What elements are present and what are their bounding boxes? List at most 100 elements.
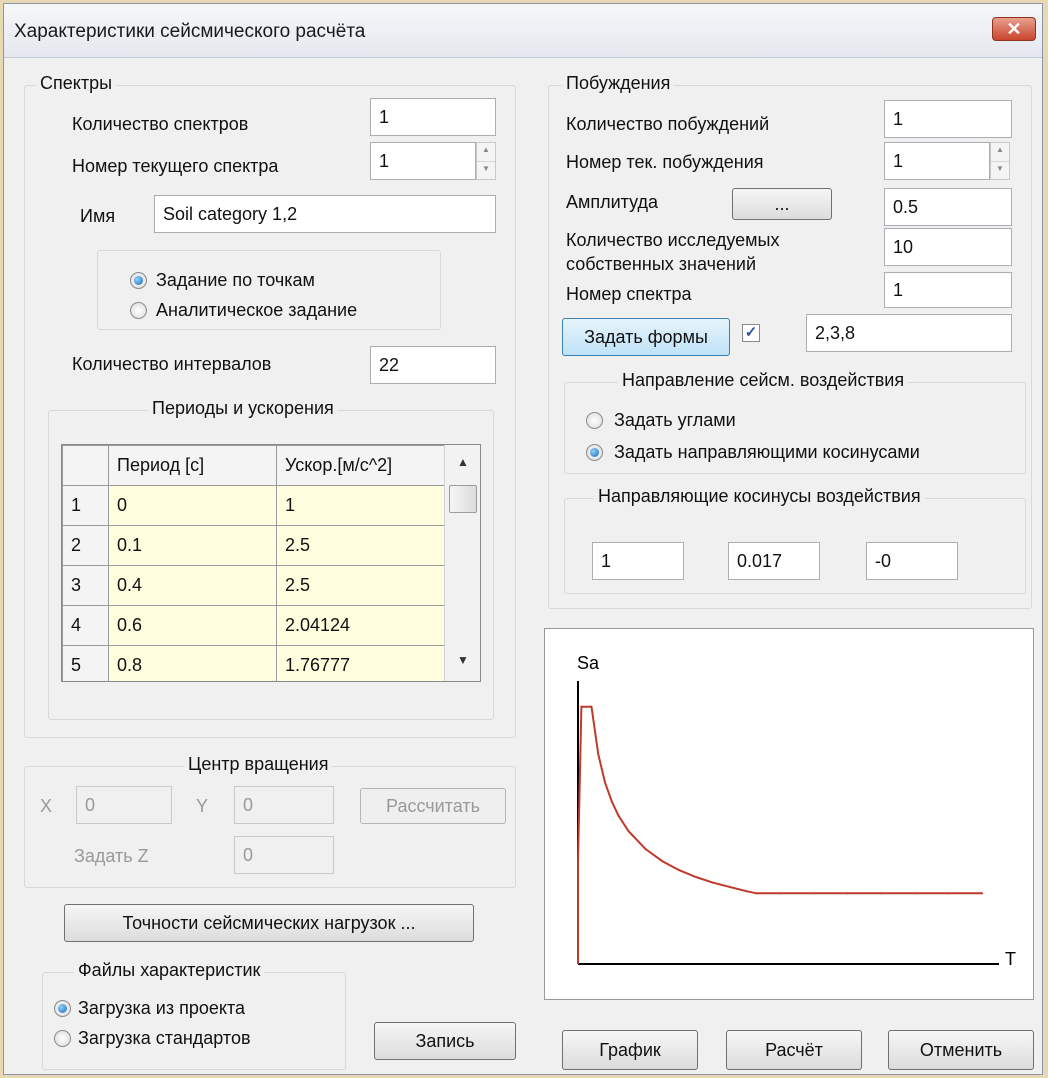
amplitude-input[interactable]: 0.5: [884, 188, 1012, 226]
excitations-group-title: Побуждения: [562, 73, 675, 94]
rotation-x-input[interactable]: 0: [76, 786, 172, 824]
cosine-z-input[interactable]: -0: [866, 542, 958, 580]
spectrum-point: [745, 890, 748, 893]
spectrum-point: [617, 814, 620, 817]
spectra-count-input[interactable]: 1: [370, 98, 496, 136]
direction-angles-label[interactable]: Задать углами: [614, 410, 736, 431]
spectrum-plot-panel: Sa T: [544, 628, 1034, 1000]
period-cell[interactable]: 0.8: [108, 645, 277, 681]
rotation-z-label: Задать Z: [74, 846, 149, 866]
excitations-count-input[interactable]: 1: [884, 100, 1012, 138]
scroll-down-arrow-icon[interactable]: ▼: [445, 653, 480, 667]
spectrum-series-line: [577, 705, 983, 964]
intervals-input[interactable]: 22: [370, 346, 496, 384]
col-header-period[interactable]: Период [с]: [108, 445, 277, 486]
table-row[interactable]: 2 0.1 2.5: [62, 525, 445, 566]
calc-button[interactable]: Расчёт: [726, 1030, 862, 1070]
window-title: Характеристики сейсмического расчёта: [14, 21, 366, 42]
eigen-count-label-line2: собственных значений: [566, 254, 757, 274]
table-row[interactable]: 5 0.8 1.76777: [62, 645, 445, 681]
spectrum-point: [846, 892, 849, 895]
spectrum-name-input[interactable]: Soil category 1,2: [154, 195, 496, 233]
table-header-row: Период [с] Ускор.[м/с^2]: [62, 445, 445, 486]
table-corner-cell: [62, 445, 109, 486]
spectrum-point: [590, 705, 593, 708]
scroll-up-arrow-icon[interactable]: ▲: [445, 455, 480, 469]
spectrum-number-input[interactable]: 1: [884, 272, 1012, 308]
direction-angles-radio[interactable]: [586, 412, 603, 429]
spectrum-point: [644, 847, 647, 850]
mode-analytic-label[interactable]: Аналитическое задание: [156, 300, 357, 321]
set-forms-button[interactable]: Задать формы: [562, 318, 730, 356]
accuracy-button[interactable]: Точности сейсмических нагрузок ...: [64, 904, 474, 942]
col-header-accel[interactable]: Ускор.[м/с^2]: [276, 445, 445, 486]
plot-button[interactable]: График: [562, 1030, 698, 1070]
rotation-z-input[interactable]: 0: [234, 836, 334, 874]
eigen-count-label-line1: Количество исследуемых: [566, 230, 780, 250]
spectrum-point: [603, 781, 606, 784]
period-cell[interactable]: 0.4: [108, 565, 277, 606]
periods-table[interactable]: Период [с] Ускор.[м/с^2] 1 0 1 2 0.1 2.5…: [61, 444, 481, 682]
mode-points-label[interactable]: Задание по точкам: [156, 270, 315, 291]
table-row[interactable]: 3 0.4 2.5: [62, 565, 445, 606]
files-group: [42, 972, 346, 1070]
row-number: 2: [62, 525, 109, 566]
close-button[interactable]: ✕: [992, 17, 1036, 41]
forms-checkbox[interactable]: ✓: [742, 324, 760, 342]
rotation-group-title: Центр вращения: [184, 754, 333, 775]
spectrum-point: [627, 830, 630, 833]
cancel-button[interactable]: Отменить: [888, 1030, 1034, 1070]
spectrum-point: [597, 752, 600, 755]
rotation-calc-button[interactable]: Рассчитать: [360, 788, 506, 824]
accel-cell[interactable]: 2.04124: [276, 605, 445, 646]
spectra-count-label: Количество спектров: [72, 114, 249, 134]
forms-input[interactable]: 2,3,8: [806, 314, 1012, 352]
direction-cosines-radio[interactable]: [586, 444, 603, 461]
spectrum-point: [580, 705, 583, 708]
files-project-radio[interactable]: [54, 1000, 71, 1017]
excitation-current-label: Номер тек. побуждения: [566, 152, 764, 172]
title-bar[interactable]: Характеристики сейсмического расчёта ✕: [4, 4, 1042, 58]
files-group-title: Файлы характеристик: [74, 960, 265, 981]
period-cell[interactable]: 0.6: [108, 605, 277, 646]
files-project-label[interactable]: Загрузка из проекта: [78, 998, 245, 1019]
cosines-group-title: Направляющие косинусы воздействия: [594, 486, 925, 507]
cosine-x-input[interactable]: 1: [592, 542, 684, 580]
current-spectrum-input[interactable]: 1: [370, 142, 476, 180]
mode-points-radio[interactable]: [130, 272, 147, 289]
spectrum-point: [779, 892, 782, 895]
spectrum-point: [711, 881, 714, 884]
excitations-count-label: Количество побуждений: [566, 114, 770, 134]
direction-cosines-label[interactable]: Задать направляющими косинусами: [614, 442, 920, 463]
y-axis-label: Sa: [577, 653, 600, 673]
accel-cell[interactable]: 1.76777: [276, 645, 445, 681]
table-row[interactable]: 4 0.6 2.04124: [62, 605, 445, 646]
eigen-count-input[interactable]: 10: [884, 228, 1012, 266]
save-button[interactable]: Запись: [374, 1022, 516, 1060]
current-spectrum-label: Номер текущего спектра: [72, 156, 279, 176]
table-row[interactable]: 1 0 1: [62, 485, 445, 526]
accel-cell[interactable]: 2.5: [276, 565, 445, 606]
table-scrollbar[interactable]: ▲ ▼: [444, 445, 480, 681]
excitation-current-spinner[interactable]: ▲ ▼: [990, 142, 1010, 180]
accel-cell[interactable]: 1: [276, 485, 445, 526]
files-standards-radio[interactable]: [54, 1030, 71, 1047]
current-spectrum-spinner[interactable]: ▲ ▼: [476, 142, 496, 180]
amplitude-button[interactable]: ...: [732, 188, 832, 220]
scroll-thumb[interactable]: [449, 485, 477, 513]
spectrum-point: [947, 892, 950, 895]
periods-group-title: Периоды и ускорения: [148, 398, 338, 419]
rotation-y-input[interactable]: 0: [234, 786, 334, 824]
spectra-group-title: Спектры: [36, 73, 117, 94]
period-cell[interactable]: 0.1: [108, 525, 277, 566]
rotation-x-label: X: [40, 796, 53, 816]
spectrum-point: [694, 876, 697, 879]
files-standards-label[interactable]: Загрузка стандартов: [78, 1028, 251, 1049]
mode-analytic-radio[interactable]: [130, 302, 147, 319]
spectrum-number-label: Номер спектра: [566, 284, 692, 304]
period-cell[interactable]: 0: [108, 485, 277, 526]
accel-cell[interactable]: 2.5: [276, 525, 445, 566]
cosine-y-input[interactable]: 0.017: [728, 542, 820, 580]
row-number: 1: [62, 485, 109, 526]
excitation-current-input[interactable]: 1: [884, 142, 990, 180]
